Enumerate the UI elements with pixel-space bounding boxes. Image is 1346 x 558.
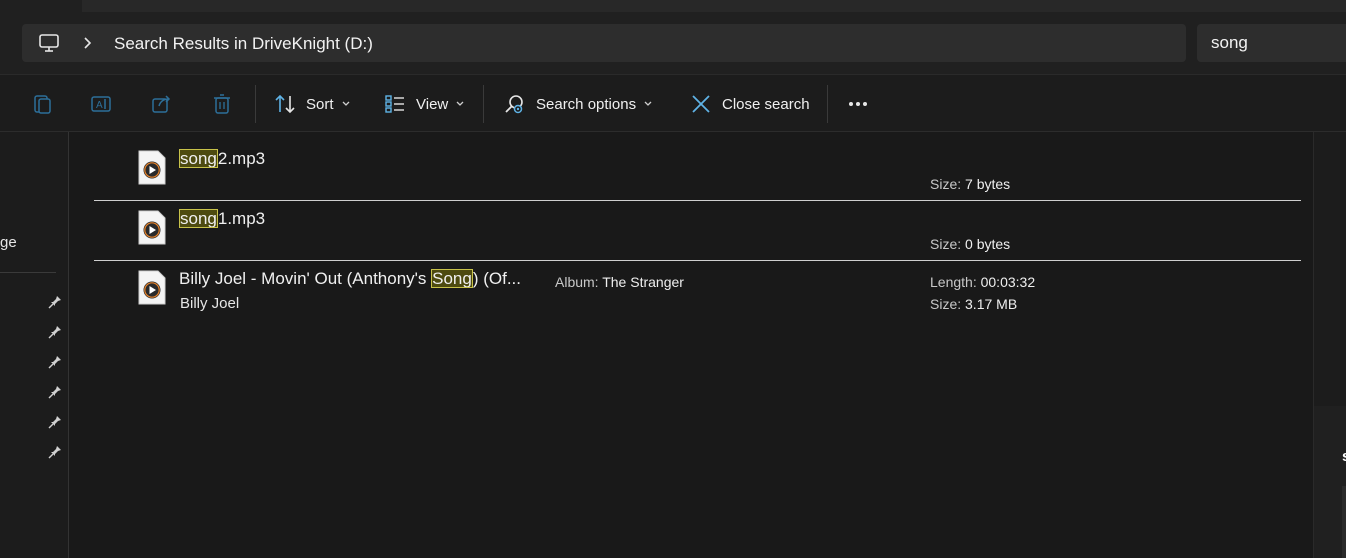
row-divider bbox=[94, 260, 1301, 261]
search-box[interactable] bbox=[1197, 24, 1346, 62]
sort-button[interactable]: Sort bbox=[274, 87, 350, 121]
paste-icon[interactable] bbox=[31, 93, 53, 115]
file-name[interactable]: Billy Joel - Movin' Out (Anthony's Song)… bbox=[179, 269, 521, 289]
file-name[interactable]: song2.mp3 bbox=[179, 149, 265, 169]
size-label: Size: bbox=[930, 236, 966, 252]
album-value: The Stranger bbox=[602, 274, 684, 290]
details-pane: s bbox=[1313, 132, 1346, 558]
address-bar: Search Results in DriveKnight (D:) bbox=[0, 14, 1346, 74]
toolbar-separator bbox=[255, 85, 256, 123]
pin-icon[interactable] bbox=[48, 295, 62, 309]
list-item[interactable]: Billy Joel - Movin' Out (Anthony's Song)… bbox=[94, 264, 1301, 324]
nav-divider bbox=[0, 272, 56, 273]
search-highlight: song bbox=[179, 149, 218, 168]
nav-item-label[interactable]: ge bbox=[0, 234, 17, 251]
size-value: 0 bytes bbox=[965, 236, 1011, 252]
view-label: View bbox=[416, 95, 449, 113]
details-text: s bbox=[1342, 448, 1346, 465]
breadcrumb-path[interactable]: Search Results in DriveKnight (D:) bbox=[114, 34, 373, 54]
length-value: 00:03:32 bbox=[980, 274, 1036, 290]
sort-icon bbox=[275, 94, 295, 114]
file-name[interactable]: song1.mp3 bbox=[179, 209, 265, 229]
more-icon bbox=[849, 102, 867, 106]
sort-label: Sort bbox=[306, 95, 334, 113]
delete-icon[interactable] bbox=[211, 93, 233, 115]
size-label: Size: bbox=[930, 176, 966, 192]
navigation-pane: ge bbox=[0, 132, 69, 558]
search-input[interactable] bbox=[1197, 24, 1346, 62]
length-info: Length: 00:03:32 bbox=[930, 274, 1035, 290]
close-search-label: Close search bbox=[722, 95, 810, 113]
file-size: Size: 7 bytes bbox=[930, 176, 1010, 192]
size-label: Size: bbox=[930, 296, 966, 312]
details-scrollbar[interactable] bbox=[1342, 486, 1346, 558]
close-search-button[interactable]: Close search bbox=[690, 87, 810, 121]
search-highlight: song bbox=[179, 209, 218, 228]
view-icon bbox=[385, 95, 404, 113]
album-info: Album: The Stranger bbox=[555, 274, 684, 290]
title-strip bbox=[0, 0, 1346, 14]
file-name-prefix: Billy Joel - Movin' Out (Anthony's bbox=[179, 269, 432, 288]
search-options-icon bbox=[505, 95, 523, 114]
chevron-right-icon[interactable] bbox=[82, 35, 94, 51]
pin-icon[interactable] bbox=[48, 355, 62, 369]
audio-file-icon bbox=[138, 150, 166, 185]
pin-icon[interactable] bbox=[48, 325, 62, 339]
size-value: 7 bytes bbox=[965, 176, 1011, 192]
share-icon[interactable] bbox=[151, 93, 173, 115]
search-options-label: Search options bbox=[536, 95, 637, 113]
album-label: Album: bbox=[555, 274, 603, 290]
tab-strip bbox=[82, 0, 1346, 12]
svg-text:A: A bbox=[96, 100, 103, 111]
rename-icon[interactable]: A bbox=[90, 93, 112, 115]
chevron-down-icon bbox=[456, 101, 464, 106]
list-item[interactable]: song2.mp3 Size: 7 bytes bbox=[94, 144, 1301, 200]
file-name-rest: 2.mp3 bbox=[217, 149, 266, 168]
close-icon bbox=[692, 95, 710, 113]
view-button[interactable]: View bbox=[384, 87, 464, 121]
command-bar: A Sort View Search options Close search bbox=[0, 74, 1346, 132]
pin-icon[interactable] bbox=[48, 385, 62, 399]
search-options-button[interactable]: Search options bbox=[504, 87, 652, 121]
more-options-button[interactable] bbox=[846, 87, 870, 121]
row-divider bbox=[94, 200, 1301, 201]
file-name-rest: ) (Of... bbox=[472, 269, 522, 288]
search-highlight: Song bbox=[431, 269, 473, 288]
chevron-down-icon bbox=[644, 101, 652, 106]
toolbar-separator bbox=[483, 85, 484, 123]
toolbar-separator bbox=[827, 85, 828, 123]
file-size: Size: 0 bytes bbox=[930, 236, 1010, 252]
pin-icon[interactable] bbox=[48, 415, 62, 429]
length-label: Length: bbox=[930, 274, 981, 290]
file-list: song2.mp3 Size: 7 bytes song1.mp3 Size: … bbox=[69, 132, 1313, 558]
chevron-down-icon bbox=[342, 101, 349, 106]
this-pc-icon[interactable] bbox=[38, 33, 60, 53]
breadcrumb[interactable]: Search Results in DriveKnight (D:) bbox=[22, 24, 1186, 62]
audio-file-icon bbox=[138, 210, 166, 245]
audio-file-icon bbox=[138, 270, 166, 305]
file-name-rest: 1.mp3 bbox=[217, 209, 266, 228]
artist-name: Billy Joel bbox=[180, 295, 240, 312]
size-value: 3.17 MB bbox=[965, 296, 1018, 312]
file-size: Size: 3.17 MB bbox=[930, 296, 1017, 312]
list-item[interactable]: song1.mp3 Size: 0 bytes bbox=[94, 204, 1301, 260]
pin-icon[interactable] bbox=[48, 445, 62, 459]
